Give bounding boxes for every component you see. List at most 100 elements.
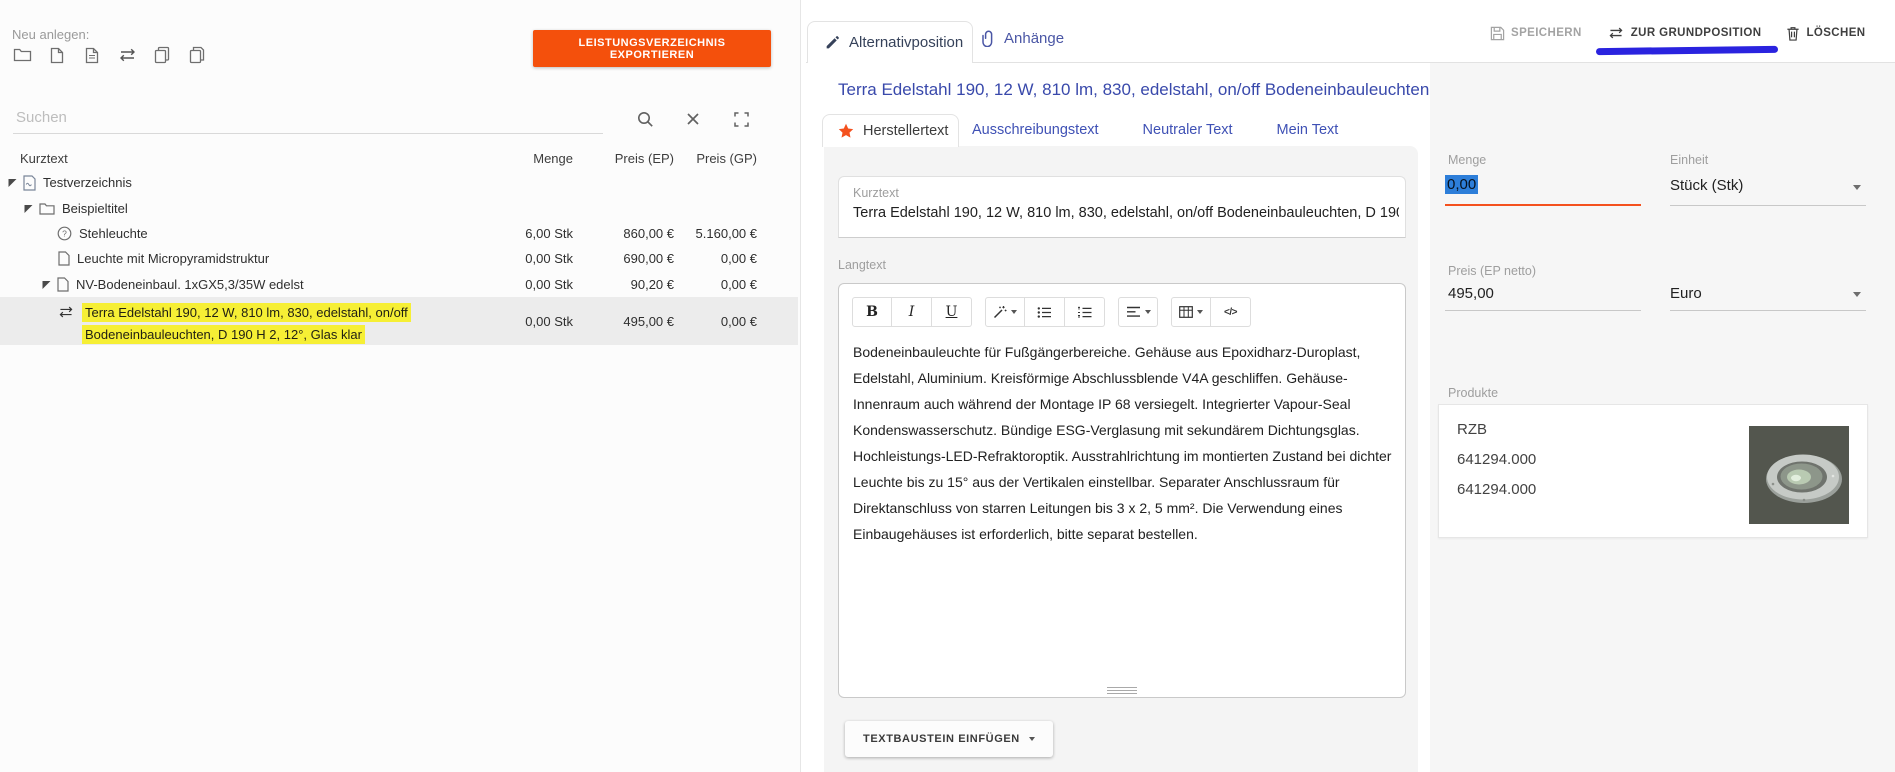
table-icon [1179, 306, 1193, 318]
new-file-icon[interactable] [46, 44, 68, 66]
save-icon [1490, 26, 1505, 41]
duplicate-icon[interactable] [186, 44, 208, 66]
delete-button[interactable]: LÖSCHEN [1786, 26, 1865, 41]
bullet-list-button[interactable] [1025, 297, 1065, 327]
col-preis-ep[interactable]: Preis (EP) [573, 151, 674, 166]
chevron-down-icon[interactable] [1853, 292, 1861, 297]
dropdown-caret-icon [1197, 310, 1203, 314]
dropdown-caret-icon [1029, 737, 1035, 741]
export-lv-button[interactable]: LEISTUNGSVERZEICHNIS EXPORTIEREN [533, 30, 771, 67]
produkt-info: RZB 641294.000 641294.000 [1457, 415, 1536, 505]
detail-actions: SPEICHERN ZUR GRUNDPOSITION LÖSCHEN [1490, 22, 1865, 44]
langtext-editor[interactable]: B I U [838, 283, 1406, 698]
new-toolbar [11, 44, 208, 66]
einheit-select[interactable]: Stück (Stk) [1670, 177, 1743, 194]
produkt-hersteller: RZB [1457, 415, 1536, 445]
dropdown-caret-icon [1145, 310, 1151, 314]
waehrung-select[interactable]: Euro [1670, 285, 1702, 302]
app-window: Neu anlegen: LEISTUNGSVERZEICHNIS EXPORT… [0, 0, 1895, 772]
expand-caret-icon[interactable] [42, 280, 51, 289]
langtext-value[interactable]: Bodeneinbauleuchte für Fußgängerbereiche… [839, 327, 1407, 547]
annotation-underline [1596, 46, 1778, 55]
italic-button[interactable]: I [892, 297, 932, 327]
align-button[interactable] [1118, 297, 1158, 327]
product-image [1749, 426, 1849, 524]
tab-alternativposition[interactable]: Alternativposition [807, 21, 973, 63]
langtext-label: Langtext [838, 258, 886, 272]
save-button[interactable]: SPEICHERN [1490, 26, 1582, 41]
highlighted-kurztext-line1: Terra Edelstahl 190, 12 W, 810 lm, 830, … [82, 303, 411, 322]
tab-anhaenge[interactable]: Anhänge [981, 30, 1064, 47]
search-input[interactable] [14, 103, 578, 131]
menge-label: Menge [1448, 153, 1486, 167]
tree-row-stehleuchte[interactable]: ? Stehleuchte 6,00 Stk 860,00 € 5.160,00… [0, 221, 798, 246]
new-alternative-icon[interactable] [116, 44, 138, 66]
highlighted-kurztext-line2: Bodeneinbauleuchten, D 190 H 2, 12°, Gla… [82, 325, 365, 344]
col-kurztext[interactable]: Kurztext [0, 151, 483, 166]
einheit-underline [1670, 205, 1866, 206]
search-tools [634, 108, 752, 130]
search-icon[interactable] [634, 108, 656, 130]
svg-text:?: ? [62, 229, 67, 239]
bold-button[interactable]: B [852, 297, 892, 327]
menge-input[interactable]: 0,00 [1445, 176, 1478, 193]
tree-row-beispieltitel[interactable]: Beispieltitel [0, 195, 798, 221]
tab-neutraler-text[interactable]: Neutraler Text [1143, 122, 1233, 138]
produkt-artikelnummer: 641294.000 [1457, 475, 1536, 505]
copy-icon[interactable] [151, 44, 173, 66]
expand-caret-icon[interactable] [8, 178, 17, 187]
new-text-file-icon[interactable] [81, 44, 103, 66]
table-button[interactable] [1171, 297, 1211, 327]
menge-focus-underline [1445, 204, 1641, 206]
new-folder-icon[interactable] [11, 44, 33, 66]
tree-row-terra-edelstahl[interactable]: Terra Edelstahl 190, 12 W, 810 lm, 830, … [0, 297, 798, 345]
panel-divider[interactable] [800, 0, 801, 772]
dropdown-caret-icon [1011, 310, 1017, 314]
preis-input[interactable]: 495,00 [1448, 285, 1494, 302]
produkt-card[interactable]: RZB 641294.000 641294.000 [1438, 404, 1868, 538]
code-icon: </> [1224, 307, 1237, 318]
editor-toolbar: B I U [839, 284, 1405, 327]
textbaustein-button[interactable]: TEXTBAUSTEIN EINFÜGEN [845, 721, 1053, 757]
align-left-icon [1126, 306, 1141, 318]
folder-icon [39, 202, 55, 215]
clear-icon[interactable] [682, 108, 704, 130]
question-circle-icon: ? [57, 226, 72, 241]
catalog-icon [23, 175, 36, 191]
format-wand-button[interactable] [985, 297, 1025, 327]
swap-icon [1607, 27, 1625, 39]
tree-row-leuchte-micropyramid[interactable]: Leuchte mit Micropyramidstruktur 0,00 St… [0, 246, 798, 271]
text-tab-bar: Ausschreibungstext Neutraler Text Mein T… [972, 114, 1338, 146]
magic-wand-icon [993, 305, 1007, 319]
file-icon [57, 277, 69, 292]
tree-row-testverzeichnis[interactable]: Testverzeichnis [0, 170, 798, 195]
kurztext-field[interactable]: Kurztext Terra Edelstahl 190, 12 W, 810 … [838, 176, 1406, 238]
chevron-down-icon[interactable] [1853, 185, 1861, 190]
numbered-list-button[interactable] [1065, 297, 1105, 327]
paperclip-icon [981, 30, 996, 47]
underline-button[interactable]: U [932, 297, 972, 327]
kurztext-value[interactable]: Terra Edelstahl 190, 12 W, 810 lm, 830, … [853, 205, 1399, 221]
tree-row-nv-bodeneinbaul[interactable]: NV-Bodeneinbaul. 1xGX5,3/35W edelst 0,00… [0, 271, 798, 297]
pencil-icon [825, 35, 840, 50]
resize-grip[interactable] [1107, 685, 1137, 694]
preis-underline [1445, 310, 1641, 311]
kurztext-label: Kurztext [853, 186, 899, 200]
einheit-label: Einheit [1670, 153, 1708, 167]
lv-tree-panel: Neu anlegen: LEISTUNGSVERZEICHNIS EXPORT… [0, 0, 800, 772]
tab-ausschreibungstext[interactable]: Ausschreibungstext [972, 122, 1099, 138]
zur-grundposition-button[interactable]: ZUR GRUNDPOSITION [1607, 27, 1762, 39]
produkte-label: Produkte [1448, 386, 1498, 400]
col-preis-gp[interactable]: Preis (GP) [674, 151, 757, 166]
expand-caret-icon[interactable] [24, 204, 33, 213]
tab-mein-text[interactable]: Mein Text [1277, 122, 1339, 138]
search-underline [13, 133, 603, 134]
col-menge[interactable]: Menge [483, 151, 573, 166]
code-view-button[interactable]: </> [1211, 297, 1251, 327]
fullscreen-icon[interactable] [730, 108, 752, 130]
preis-label: Preis (EP netto) [1448, 264, 1536, 278]
bullet-list-icon [1037, 306, 1052, 319]
tab-herstellertext[interactable]: Herstellertext [822, 114, 959, 147]
produkt-artikelnummer: 641294.000 [1457, 445, 1536, 475]
swap-icon [57, 306, 75, 318]
